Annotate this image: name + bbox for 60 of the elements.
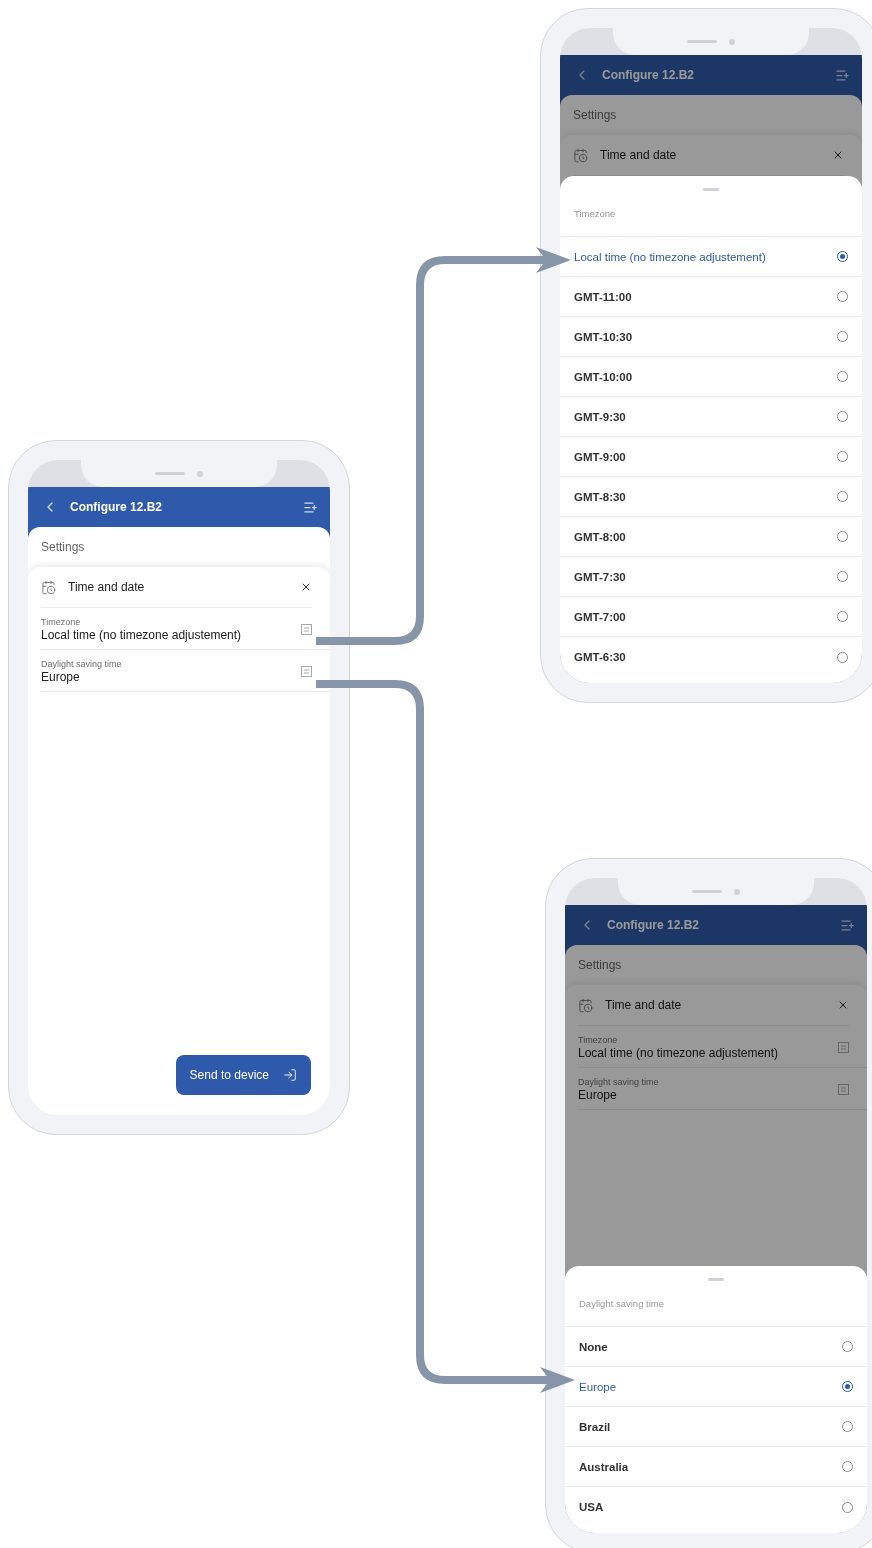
radio-option[interactable]: GMT-8:00: [560, 517, 862, 557]
radio-option[interactable]: USA: [565, 1487, 867, 1527]
sheet-title: Daylight saving time: [565, 1281, 867, 1327]
send-button[interactable]: Send to device: [175, 1055, 311, 1095]
radio-option[interactable]: GMT-10:00: [560, 357, 862, 397]
field-label: Daylight saving time: [578, 1077, 660, 1087]
menu-icon[interactable]: [303, 499, 318, 515]
list-icon[interactable]: [301, 666, 312, 677]
radio-option[interactable]: GMT-8:30: [560, 477, 862, 517]
calendar-icon: [41, 579, 56, 595]
card-title: Time and date: [600, 148, 678, 162]
radio-option[interactable]: Australia: [565, 1447, 867, 1487]
radio-option[interactable]: GMT-9:30: [560, 397, 862, 437]
radio-option[interactable]: GMT-6:30: [560, 637, 862, 677]
camera-icon: [729, 38, 735, 45]
header-title: Configure 12.B2: [602, 68, 695, 82]
radio-option[interactable]: Brazil: [565, 1407, 867, 1447]
speaker-icon: [155, 472, 185, 475]
radio-option[interactable]: GMT-7:30: [560, 557, 862, 597]
field-value: Europe: [41, 670, 81, 684]
radio-option[interactable]: GMT-11:00: [560, 277, 862, 317]
enter-icon: [283, 1068, 297, 1082]
list-icon[interactable]: [838, 1084, 849, 1095]
close-icon[interactable]: [837, 999, 849, 1011]
select-field[interactable]: Timezone Local time (no timezone adjustement): [578, 1026, 867, 1068]
radio-option[interactable]: GMT-7:00: [560, 597, 862, 637]
field-label: Daylight saving time: [41, 659, 123, 669]
sheet-handle[interactable]: [708, 1278, 724, 1281]
select-field[interactable]: Daylight saving time Europe: [578, 1068, 867, 1110]
header-title: Configure 12.B2: [70, 500, 163, 514]
calendar-icon: [578, 997, 593, 1013]
speaker-icon: [692, 890, 722, 893]
menu-icon[interactable]: [840, 917, 855, 933]
sheet-title: Timezone: [560, 191, 862, 237]
close-icon[interactable]: [300, 581, 312, 593]
sheet-handle[interactable]: [703, 188, 719, 191]
field-value: Europe: [578, 1088, 618, 1102]
radio-option[interactable]: GMT-9:00: [560, 437, 862, 477]
speaker-icon: [687, 40, 717, 43]
list-icon[interactable]: [301, 624, 312, 635]
card-title: Time and date: [68, 580, 146, 594]
card-title: Time and date: [605, 998, 683, 1012]
menu-icon[interactable]: [835, 67, 850, 83]
field-value: Local time (no timezone adjustement): [41, 628, 243, 642]
close-icon[interactable]: [832, 149, 844, 161]
field-label: Timezone: [41, 617, 82, 627]
camera-icon: [197, 470, 203, 477]
select-field[interactable]: Timezone Local time (no timezone adjustement): [41, 608, 330, 650]
header-title: Configure 12.B2: [607, 918, 700, 932]
calendar-icon: [573, 147, 588, 163]
radio-option[interactable]: GMT-10:30: [560, 317, 862, 357]
section-label: Settings: [578, 958, 622, 972]
section-label: Settings: [41, 540, 85, 554]
field-label: Timezone: [578, 1035, 619, 1045]
radio-option[interactable]: None: [565, 1327, 867, 1367]
section-label: Settings: [573, 108, 617, 122]
list-icon[interactable]: [838, 1042, 849, 1053]
select-field[interactable]: Daylight saving time Europe: [41, 650, 330, 692]
field-value: Local time (no timezone adjustement): [578, 1046, 780, 1060]
camera-icon: [734, 888, 740, 895]
